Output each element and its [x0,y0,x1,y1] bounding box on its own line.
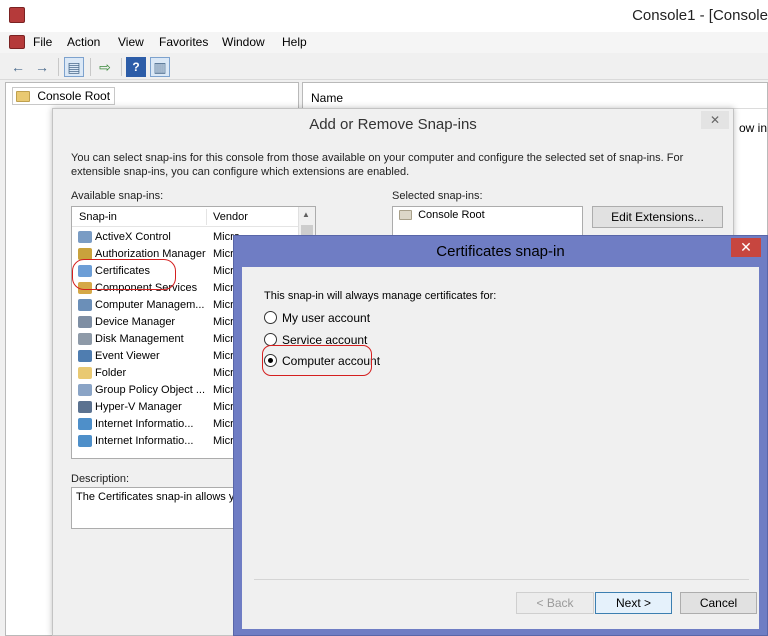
menu-bar: File Action View Favorites Window Help [0,32,768,53]
close-icon: ✕ [740,239,752,255]
back-icon[interactable]: ← [8,57,28,77]
next-label: Next > [615,596,651,610]
description-box: The Certificates snap-in allows yo [71,487,251,529]
snapin-name: Hyper-V Manager [95,401,182,413]
menu-file[interactable]: File [33,35,52,49]
close-icon: ✕ [709,113,721,127]
snapin-icon [78,299,92,311]
selected-snapins-list[interactable]: Console Root [392,206,583,236]
column-name-label: Name [311,91,344,105]
show-tree-icon[interactable]: ▤ [64,57,84,77]
snapin-name: ActiveX Control [95,231,171,243]
dialog-title: Add or Remove Snap-ins [309,116,477,133]
snapin-name: Computer Managem... [95,299,205,311]
cancel-label: Cancel [699,596,738,610]
certificates-highlight [72,259,176,290]
title-bar: Console1 - [Console [0,0,768,32]
snapin-icon [78,231,92,243]
snapin-name: Folder [95,367,127,379]
snapin-icon [78,367,92,379]
snapin-icon [78,333,92,345]
cancel-button[interactable]: Cancel [680,592,757,614]
prompt-text: This snap-in will always manage certific… [264,290,497,302]
selected-item-console-root[interactable]: Console Root [399,209,485,221]
description-text: The Certificates snap-in allows yo [76,491,241,503]
edit-extensions-button[interactable]: Edit Extensions... [592,206,723,228]
menu-action[interactable]: Action [67,35,100,49]
clipped-action-text: ow in [738,121,767,135]
column-header-vendor[interactable]: Vendor [213,211,248,223]
list-header: Snap-in Vendor [72,207,315,227]
mmc-app-icon[interactable] [9,7,25,23]
toolbar-separator [90,58,91,76]
scroll-up-icon[interactable]: ▲ [302,210,310,219]
certificates-snapin-dialog: Certificates snap-in ✕ This snap-in will… [233,235,768,636]
snapin-name: Disk Management [95,333,184,345]
snapin-name: Device Manager [95,316,176,328]
close-button[interactable]: ✕ [731,238,761,257]
show-action-pane-icon[interactable]: ▥ [150,57,170,77]
selected-item-label: Console Root [418,209,485,221]
column-divider [206,209,207,225]
next-button[interactable]: Next > [595,592,672,614]
available-snapins-label: Available snap-ins: [71,190,164,202]
selected-snapins-label: Selected snap-ins: [392,190,483,202]
close-button[interactable]: ✕ [701,111,729,129]
toolbar-separator [58,58,59,76]
description-label: Description: [71,473,130,485]
menu-help[interactable]: Help [282,35,307,49]
tree-item-label: Console Root [37,89,111,103]
system-menu-icon[interactable] [9,35,25,49]
snapin-icon [78,418,92,430]
export-list-icon[interactable]: ⇨ [95,57,115,77]
snapin-name: Event Viewer [95,350,160,362]
snapin-name: Internet Informatio... [95,418,194,430]
column-header-snapin[interactable]: Snap-in [79,211,117,223]
folder-icon [399,210,412,221]
computer-account-highlight [262,345,372,376]
toolbar-separator [121,58,122,76]
snapin-icon [78,401,92,413]
back-label: < Back [536,596,574,610]
edit-extensions-label: Edit Extensions... [611,210,704,224]
snapin-icon [78,350,92,362]
snapin-name: Internet Informatio... [95,435,194,447]
menu-favorites[interactable]: Favorites [159,35,208,49]
folder-icon [16,91,30,103]
menu-window[interactable]: Window [222,35,265,49]
back-button[interactable]: < Back [516,592,594,614]
window-title: Console1 - [Console [632,7,768,24]
toolbar: ← → ▤ ⇨ ? ▥ [0,53,768,80]
tree-item-console-root[interactable]: Console Root [12,87,116,105]
my-user-account-label[interactable]: My user account [282,311,370,325]
snapin-icon [78,435,92,447]
snapin-name: Group Policy Object ... [95,384,206,396]
snapin-icon [78,384,92,396]
dialog-body: This snap-in will always manage certific… [242,267,759,629]
dialog-title: Certificates snap-in [436,243,565,260]
help-icon[interactable]: ? [126,57,146,77]
column-header-name[interactable]: Name [303,83,767,109]
dialog-intro-text: You can select snap-ins for this console… [71,152,684,178]
menu-view[interactable]: View [118,35,144,49]
footer-divider [254,579,749,580]
forward-icon[interactable]: → [32,57,52,77]
snapin-icon [78,316,92,328]
my-user-account-radio[interactable] [264,311,277,324]
